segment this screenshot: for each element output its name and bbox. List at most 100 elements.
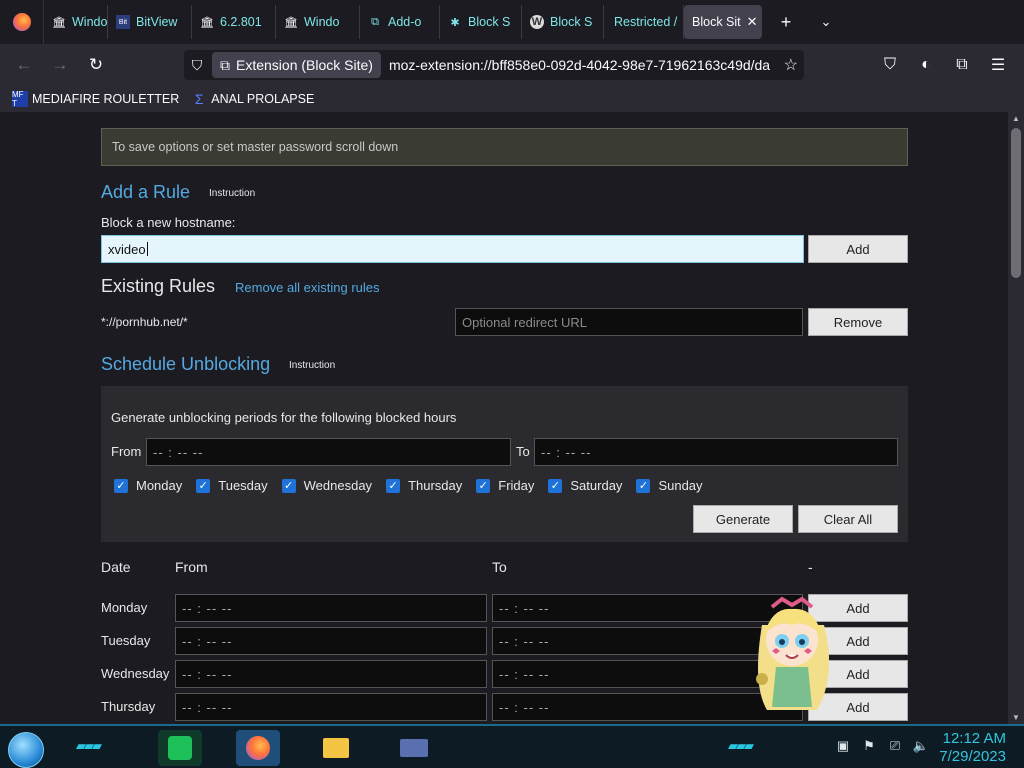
remove-all-rules-link[interactable]: Remove all existing rules [235, 280, 380, 295]
scroll-down-icon[interactable]: ▼ [1008, 713, 1024, 722]
url-bar[interactable]: ⛉ ⧉ Extension (Block Site) moz-extension:… [184, 50, 804, 80]
firefox-menu-icon[interactable] [0, 0, 44, 44]
schedule-title: Schedule Unblocking [101, 354, 271, 374]
checkbox-checked-icon[interactable]: ✓ [636, 478, 651, 493]
checkbox-checked-icon[interactable]: ✓ [196, 478, 211, 493]
generate-button[interactable]: Generate [693, 505, 793, 533]
row-day-label: Tuesday [101, 633, 151, 648]
extensions-icon[interactable]: ⧉ [944, 56, 980, 74]
back-icon[interactable]: ← [6, 55, 42, 75]
firefox-taskbar-icon[interactable] [236, 730, 280, 766]
remove-rule-button[interactable]: Remove [808, 308, 908, 336]
day-sunday[interactable]: ✓ Sunday [636, 478, 703, 493]
checkbox-checked-icon[interactable]: ✓ [548, 478, 563, 493]
cartoon-mascot-overlay [756, 596, 830, 710]
instruction-link-2[interactable]: Instruction [289, 360, 335, 371]
schedule-to-input[interactable]: -- : -- -- [534, 438, 898, 466]
day-friday[interactable]: ✓ Friday [476, 478, 534, 493]
forward-icon[interactable]: → [42, 55, 78, 75]
schedule-from-input[interactable]: -- : -- -- [146, 438, 511, 466]
bookmarks-toolbar: MF T MEDIAFIRE ROULETTER Σ ANAL PROLAPSE [0, 86, 1024, 112]
checkbox-checked-icon[interactable]: ✓ [281, 478, 296, 493]
instruction-link-1[interactable]: Instruction [209, 188, 255, 199]
list-tabs-chevron-icon[interactable]: ⌄ [806, 14, 846, 30]
from-label: From [111, 444, 142, 459]
tab-restricted[interactable]: Restricted / [604, 5, 684, 39]
to-label: To [516, 444, 530, 459]
day-saturday[interactable]: ✓ Saturday [548, 478, 622, 493]
extension-toggle-icon[interactable]: ◐ [908, 56, 944, 74]
close-tab-icon[interactable]: ✕ [747, 14, 758, 30]
tab-block-site-2[interactable]: W Block S [522, 5, 604, 39]
to-header: To [492, 559, 507, 575]
dash-header: - [808, 559, 813, 575]
row-from-input[interactable]: -- : -- -- [175, 693, 487, 721]
row-from-input[interactable]: -- : -- -- [175, 594, 487, 622]
taskbar-decoration: ▰▰▰ [728, 738, 754, 753]
scroll-up-icon[interactable]: ▲ [1008, 114, 1024, 123]
clock-date: 7/29/2023 [939, 748, 1006, 765]
new-tab-icon[interactable]: + [766, 12, 806, 33]
tab-block-site-active[interactable]: Block Sit ✕ [684, 5, 762, 39]
tab-version[interactable]: 🏛 6.2.801 [192, 5, 276, 39]
tab-bitview[interactable]: Bit BitView [108, 5, 192, 39]
clock-time: 12:12 AM [942, 730, 1006, 747]
navigation-bar: ← → ↻ ⛉ ⧉ Extension (Block Site) moz-exte… [0, 44, 1024, 86]
tab-addons[interactable]: ⧉ Add-o [360, 5, 440, 39]
notes-app-icon[interactable] [158, 730, 202, 766]
vertical-scrollbar[interactable]: ▲ ▼ [1008, 112, 1024, 724]
puzzle-icon: ✱ [450, 16, 460, 29]
identity-box[interactable]: ⧉ Extension (Block Site) [212, 52, 381, 78]
day-wednesday[interactable]: ✓ Wednesday [281, 478, 372, 493]
tab-strip: 🏛 Windo Bit BitView 🏛 6.2.801 🏛 Windo ⧉ Add-o… [0, 0, 1024, 44]
bookmark-sigma[interactable]: Σ ANAL PROLAPSE [191, 91, 314, 107]
bitview-icon: Bit [116, 15, 130, 29]
day-tuesday[interactable]: ✓ Tuesday [196, 478, 268, 493]
reload-icon[interactable]: ↻ [78, 55, 114, 75]
clear-all-button[interactable]: Clear All [798, 505, 898, 533]
row-from-input[interactable]: -- : -- -- [175, 660, 487, 688]
file-explorer-icon[interactable] [314, 730, 358, 766]
redirect-url-input[interactable]: Optional redirect URL [455, 308, 803, 336]
rule-pattern: *://pornhub.net/* [101, 315, 188, 329]
page-content: To save options or set master password s… [0, 112, 1008, 724]
url-text[interactable]: moz-extension://bff858e0-092d-4042-98e7-… [389, 57, 779, 73]
volume-icon[interactable]: 🔈 [908, 738, 934, 754]
checkbox-checked-icon[interactable]: ✓ [476, 478, 491, 493]
w-icon: W [530, 15, 544, 29]
row-from-input[interactable]: -- : -- -- [175, 627, 487, 655]
date-header: Date [101, 559, 131, 575]
hostname-input[interactable]: xvideo [101, 235, 804, 263]
checkbox-checked-icon[interactable]: ✓ [386, 478, 401, 493]
day-checkboxes: ✓ Monday ✓ Tuesday ✓ Wednesday ✓ Thursday ✓ F… [114, 478, 717, 493]
add-rule-button[interactable]: Add [808, 235, 908, 263]
puzzle-icon: ⧉ [220, 56, 230, 73]
taskbar: ▰▰▰ ▰▰▰ ▣ ⚑ ⎚ 🔈 12:12 AM 7/29/2023 [0, 724, 1024, 768]
network-icon[interactable]: ⎚ [882, 738, 908, 754]
start-orb-icon[interactable] [8, 732, 44, 768]
day-thursday[interactable]: ✓ Thursday [386, 478, 462, 493]
pocket-icon[interactable]: ⛉ [872, 56, 908, 74]
image-tray-icon[interactable]: ▣ [830, 738, 856, 754]
addon-icon: ⧉ [371, 15, 379, 28]
bookmark-mediafire[interactable]: MF T MEDIAFIRE ROULETTER [12, 90, 179, 108]
bank-icon: 🏛 [200, 16, 214, 29]
generate-description: Generate unblocking periods for the foll… [111, 410, 457, 425]
shield-icon[interactable]: ⛉ [184, 57, 210, 74]
tab-block-site-1[interactable]: ✱ Block S [440, 5, 522, 39]
day-monday[interactable]: ✓ Monday [114, 478, 182, 493]
star-bookmark-icon[interactable]: ☆ [784, 55, 798, 75]
taskbar-decoration: ▰▰▰ [76, 738, 102, 753]
scrollbar-thumb[interactable] [1011, 128, 1021, 278]
control-panel-icon[interactable] [392, 730, 436, 766]
from-header: From [175, 559, 208, 575]
tab-windo-1[interactable]: 🏛 Windo [44, 5, 108, 39]
bank-icon: 🏛 [52, 16, 66, 29]
taskbar-clock[interactable]: 12:12 AM 7/29/2023 [939, 730, 1006, 766]
checkbox-checked-icon[interactable]: ✓ [114, 478, 128, 493]
hamburger-menu-icon[interactable]: ☰ [980, 55, 1016, 75]
row-day-label: Wednesday [101, 666, 170, 681]
tab-windo-2[interactable]: 🏛 Windo [276, 5, 360, 39]
block-hostname-label: Block a new hostname: [101, 215, 236, 230]
flag-icon[interactable]: ⚑ [856, 738, 882, 754]
